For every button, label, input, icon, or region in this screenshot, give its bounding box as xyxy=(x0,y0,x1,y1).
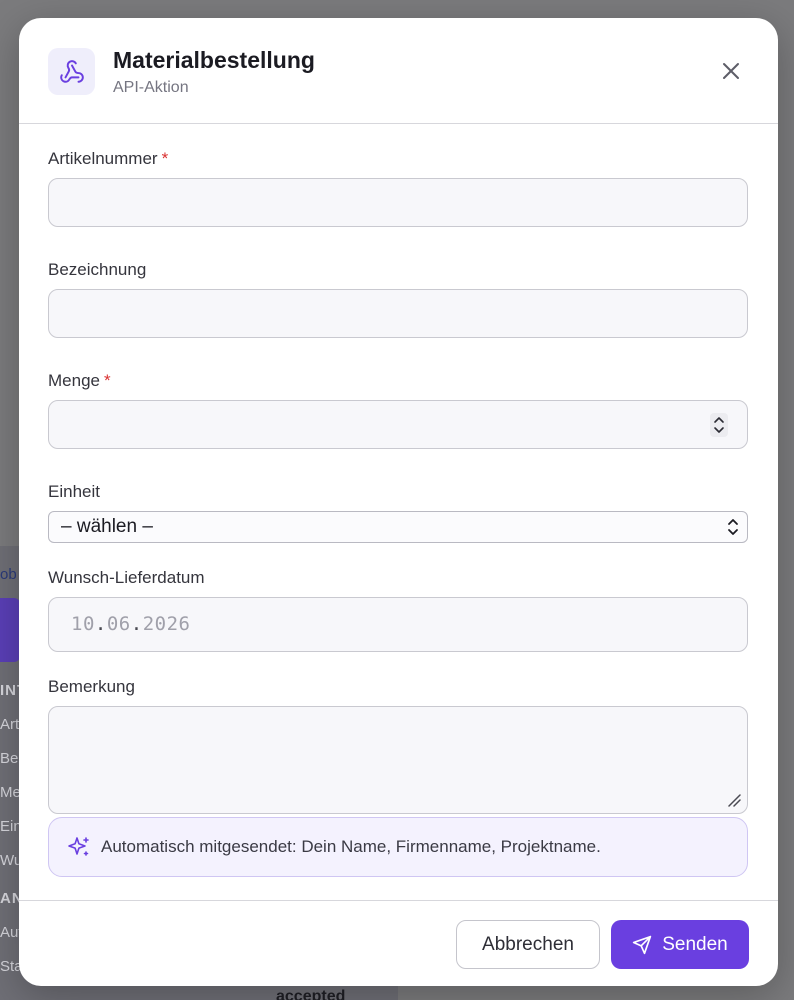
webhook-icon xyxy=(48,48,95,95)
bemerkung-textarea[interactable] xyxy=(48,706,748,814)
field-einheit: Einheit – wählen – xyxy=(48,481,748,543)
label-text: Bezeichnung xyxy=(48,260,147,279)
number-stepper[interactable] xyxy=(710,413,728,437)
label-text: Artikelnummer xyxy=(48,149,158,168)
date-month: 06 xyxy=(106,613,131,635)
send-icon xyxy=(633,935,652,954)
field-label: Bemerkung xyxy=(48,676,748,698)
dialog-title: Materialbestellung xyxy=(113,47,315,73)
required-marker: * xyxy=(161,149,169,168)
field-label: Menge * xyxy=(48,370,748,392)
resize-handle-icon[interactable] xyxy=(727,793,741,807)
field-label: Wunsch-Lieferdatum xyxy=(48,567,748,589)
chevron-updown-icon xyxy=(728,519,738,535)
date-day: 10 xyxy=(71,613,95,635)
auto-sent-info: Automatisch mitgesendet: Dein Name, Firm… xyxy=(48,817,748,877)
background-link: ob xyxy=(0,566,17,583)
field-label: Artikelnummer * xyxy=(48,148,748,170)
wunsch-lieferdatum-input[interactable]: 10.06.2026 xyxy=(48,597,748,652)
close-button[interactable] xyxy=(718,58,744,84)
background-chip xyxy=(0,598,20,662)
sparkles-icon xyxy=(68,837,89,856)
cancel-button[interactable]: Abbrechen xyxy=(456,920,600,969)
order-form: Artikelnummer * Bezeichnung Menge * Einh… xyxy=(48,148,748,814)
field-label: Bezeichnung xyxy=(48,259,748,281)
label-text: Menge xyxy=(48,371,100,390)
material-order-dialog: Materialbestellung API-Aktion Artikelnum… xyxy=(19,18,778,986)
select-value: – wählen – xyxy=(61,516,153,537)
stepper-icon xyxy=(714,417,724,433)
label-text: Einheit xyxy=(48,482,100,501)
dialog-header: Materialbestellung API-Aktion xyxy=(19,18,778,124)
send-button[interactable]: Senden xyxy=(611,920,749,969)
required-marker: * xyxy=(103,371,111,390)
field-wunsch-lieferdatum: Wunsch-Lieferdatum 10.06.2026 xyxy=(48,567,748,652)
label-text: Wunsch-Lieferdatum xyxy=(48,568,205,587)
dialog-footer: Abbrechen Senden xyxy=(19,900,778,986)
date-separator: . xyxy=(94,613,107,635)
date-separator: . xyxy=(130,613,143,635)
dialog-subtitle: API-Aktion xyxy=(113,79,189,96)
field-artikelnummer: Artikelnummer * xyxy=(48,148,748,227)
info-text: Automatisch mitgesendet: Dein Name, Firm… xyxy=(101,837,601,856)
date-year: 2026 xyxy=(142,613,191,635)
menge-input[interactable] xyxy=(48,400,748,449)
send-label: Senden xyxy=(662,933,728,955)
background-status: accepted xyxy=(276,988,346,1000)
field-menge: Menge * xyxy=(48,370,748,449)
label-text: Bemerkung xyxy=(48,677,135,696)
einheit-select[interactable]: – wählen – xyxy=(48,511,748,543)
field-bezeichnung: Bezeichnung xyxy=(48,259,748,338)
close-icon xyxy=(723,63,739,79)
field-bemerkung: Bemerkung xyxy=(48,676,748,814)
bezeichnung-input[interactable] xyxy=(48,289,748,338)
field-label: Einheit xyxy=(48,481,748,503)
artikelnummer-input[interactable] xyxy=(48,178,748,227)
cancel-label: Abbrechen xyxy=(482,933,574,955)
